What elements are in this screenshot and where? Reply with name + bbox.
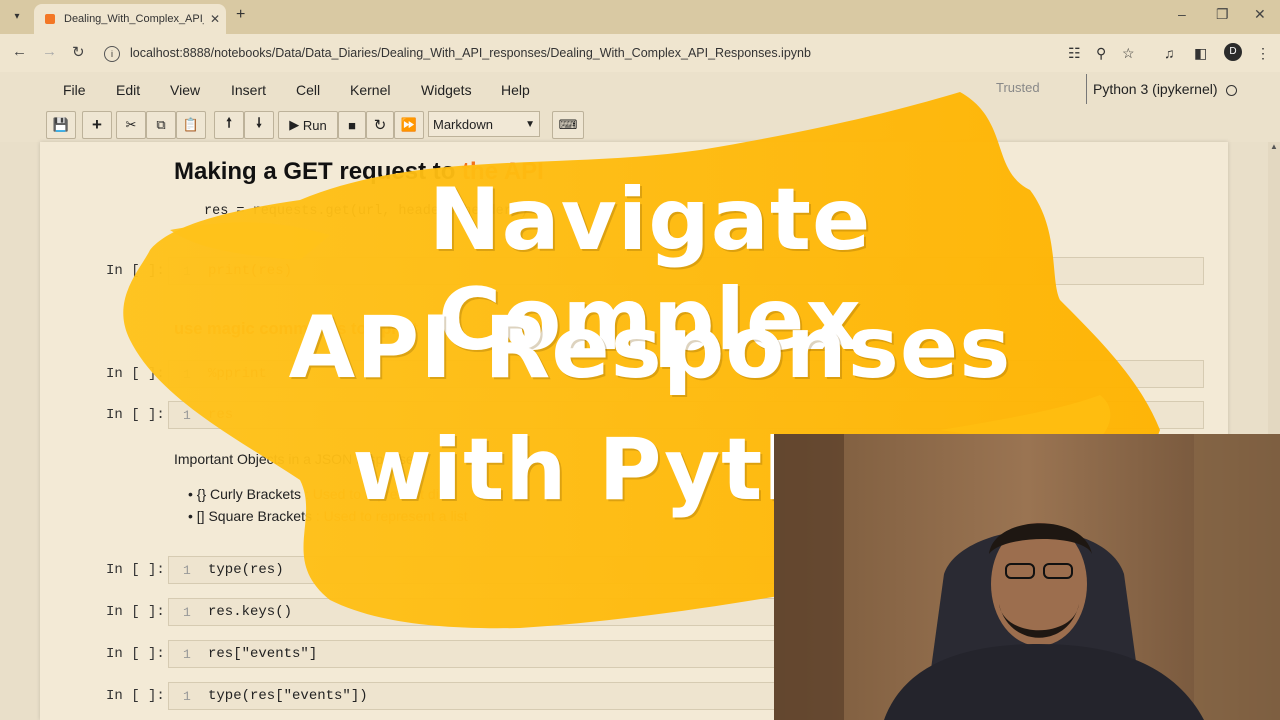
trusted-indicator[interactable]: Trusted — [990, 78, 1046, 97]
tab-search-icon[interactable]: ▾ — [8, 8, 26, 26]
cell-source: type(res) — [208, 562, 284, 578]
markdown-subheading: use magic commands to pprint — [174, 320, 418, 338]
markdown-paragraph: Important Objects in a JSON response — [174, 451, 414, 467]
code-cell[interactable]: 1 print(res) — [168, 257, 1204, 285]
translate-icon[interactable]: ☷ — [1068, 45, 1081, 62]
tab-strip: ▾ Dealing_With_Complex_API_Re ✕ + – ❐ ✕ — [0, 0, 1280, 34]
presenter-video-image — [774, 434, 1280, 720]
scroll-up-icon[interactable]: ▲ — [1268, 142, 1280, 151]
line-number: 1 — [183, 408, 191, 423]
kernel-indicator: Python 3 (ipykernel) — [1086, 74, 1237, 104]
new-tab-icon[interactable]: + — [236, 6, 245, 24]
cell-prompt: In [ ]: — [106, 407, 165, 423]
menu-file[interactable]: File — [63, 82, 86, 98]
menu-view[interactable]: View — [170, 82, 200, 98]
kernel-name: Python 3 (ipykernel) — [1093, 81, 1218, 97]
side-panel-icon[interactable]: ◧ — [1194, 45, 1207, 62]
cell-source: res.keys() — [208, 604, 293, 620]
zoom-icon[interactable]: ⚲ — [1096, 45, 1106, 62]
bullet-label: {} Curly Brackets — [196, 486, 302, 502]
copy-icon[interactable]: ⧉ — [146, 111, 176, 139]
markdown-heading: Making a GET request to the API — [174, 158, 544, 186]
list-item: • [] Square Brackets : Used to represent… — [188, 508, 468, 524]
run-button[interactable]: ▶ Run — [278, 111, 338, 139]
cell-type-select[interactable]: Markdown ▼ — [428, 111, 540, 137]
cell-source: res — [208, 407, 234, 423]
browser-tab[interactable]: Dealing_With_Complex_API_Re ✕ — [34, 4, 226, 34]
heading-highlight: the API — [462, 158, 544, 185]
site-info-icon[interactable]: i — [104, 45, 120, 62]
code-cell[interactable]: 1 %pprint — [168, 360, 1204, 388]
back-icon[interactable]: ← — [12, 43, 27, 60]
cell-prompt: In [ ]: — [106, 562, 165, 578]
line-number: 1 — [183, 563, 191, 578]
webcam-overlay — [774, 434, 1280, 720]
reload-icon[interactable]: ↻ — [72, 43, 85, 61]
heading-text: Making a GET request to — [174, 158, 463, 185]
profile-avatar[interactable]: D — [1224, 43, 1242, 61]
run-label: Run — [302, 117, 327, 133]
menu-cell[interactable]: Cell — [296, 82, 320, 98]
cell-prompt: In [ ]: — [106, 263, 165, 279]
menu-widgets[interactable]: Widgets — [421, 82, 472, 98]
keyboard-icon[interactable]: ⌨ — [552, 111, 584, 139]
list-item: • {} Curly Brackets : Used to represent … — [188, 486, 450, 502]
chevron-down-icon: ▼ — [525, 119, 535, 130]
bullet-desc: : Used to represent a list — [311, 508, 468, 524]
bullet-desc: : Used to represent dict — [301, 486, 450, 502]
close-tab-icon[interactable]: ✕ — [204, 12, 226, 26]
cell-type-value: Markdown — [433, 117, 493, 132]
paste-icon[interactable]: 📋 — [176, 111, 206, 139]
cut-icon[interactable]: ✂ — [116, 111, 146, 139]
media-control-icon[interactable]: ♫ — [1164, 45, 1175, 61]
cell-source: print(res) — [208, 263, 293, 279]
line-number: 1 — [183, 264, 191, 279]
cell-prompt: In [ ]: — [106, 366, 165, 382]
move-down-icon[interactable]: 🠗 — [244, 111, 274, 139]
tab-title: Dealing_With_Complex_API_Re — [64, 13, 204, 25]
code-cell[interactable]: 1 res — [168, 401, 1204, 429]
cell-source: type(res["events"]) — [208, 688, 368, 704]
notebook-toolbar: 💾 + ✂ ⧉ 📋 🠕 🠗 ▶ Run ■ ↻ ⏩ Markdown ▼ ⌨ — [0, 108, 1280, 142]
menu-edit[interactable]: Edit — [116, 82, 140, 98]
cell-prompt: In [ ]: — [106, 646, 165, 662]
cell-source: %pprint — [208, 366, 267, 382]
url-text: localhost:8888/notebooks/Data/Data_Diari… — [130, 46, 811, 60]
browser-menu-icon[interactable]: ⋮ — [1256, 45, 1270, 62]
jupyter-favicon-icon — [44, 13, 56, 25]
address-bar: ← → ↻ i localhost:8888/notebooks/Data/Dat… — [0, 34, 1280, 72]
kernel-idle-icon — [1225, 84, 1237, 96]
bookmark-star-icon[interactable]: ☆ — [1122, 45, 1135, 62]
line-number: 1 — [183, 367, 191, 382]
run-all-icon[interactable]: ⏩ — [394, 111, 424, 139]
bullet-label: [] Square Brackets — [196, 508, 312, 524]
cell-prompt: In [ ]: — [106, 604, 165, 620]
cell-source: res["events"] — [208, 646, 318, 662]
save-icon[interactable]: 💾 — [46, 111, 76, 139]
line-number: 1 — [183, 647, 191, 662]
url-field[interactable]: i localhost:8888/notebooks/Data/Data_Diar… — [104, 42, 1054, 64]
forward-icon[interactable]: → — [42, 43, 57, 60]
menu-help[interactable]: Help — [501, 82, 530, 98]
stop-icon[interactable]: ■ — [338, 111, 366, 139]
line-number: 1 — [183, 689, 191, 704]
restore-icon[interactable]: ❐ — [1216, 6, 1229, 23]
window-close-icon[interactable]: ✕ — [1254, 6, 1266, 23]
minimize-icon[interactable]: – — [1178, 6, 1186, 22]
line-number: 1 — [183, 605, 191, 620]
cell-prompt: In [ ]: — [106, 688, 165, 704]
insert-cell-icon[interactable]: + — [82, 111, 112, 139]
menu-kernel[interactable]: Kernel — [350, 82, 390, 98]
play-icon: ▶ — [289, 117, 303, 132]
code-output-line: res = requests.get(url, headers=headers) — [204, 204, 529, 219]
restart-icon[interactable]: ↻ — [366, 111, 394, 139]
menu-insert[interactable]: Insert — [231, 82, 266, 98]
move-up-icon[interactable]: 🠕 — [214, 111, 244, 139]
